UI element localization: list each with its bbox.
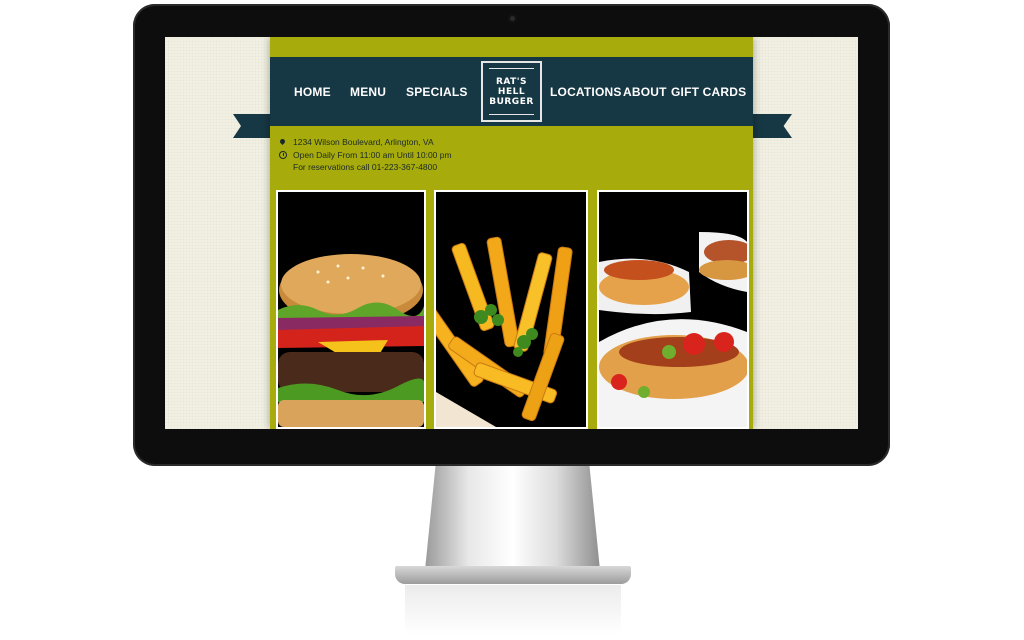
- hours-row: Open Daily From 11:00 am Until 10:00 pm: [278, 149, 452, 162]
- stand-reflection: [405, 585, 621, 635]
- nav-specials[interactable]: SPECIALS: [406, 85, 468, 99]
- logo-line: HELL: [497, 86, 526, 97]
- monitor: HOME MENU SPECIALS RAT'S HELL BURGER LOC…: [133, 4, 890, 466]
- nav-about[interactable]: ABOUT: [623, 85, 667, 99]
- nav-menu[interactable]: MENU: [350, 85, 386, 99]
- logo-line: RAT'S: [495, 76, 528, 87]
- hours-text: Open Daily From 11:00 am Until 10:00 pm: [293, 149, 452, 160]
- map-pin-icon: [278, 137, 287, 147]
- reservations-text: For reservations call 01-223-367-4800: [293, 162, 438, 172]
- nav-locations[interactable]: LOCATIONS: [550, 85, 622, 99]
- nav-gift-cards[interactable]: GIFT CARDS: [671, 85, 746, 99]
- nav-home[interactable]: HOME: [294, 85, 331, 99]
- fries-image: [434, 190, 588, 429]
- address-row: 1234 Wilson Boulevard, Arlington, VA: [278, 136, 452, 149]
- burger-image: [276, 190, 426, 429]
- monitor-base: [395, 566, 631, 584]
- logo[interactable]: RAT'S HELL BURGER: [481, 61, 542, 122]
- website: HOME MENU SPECIALS RAT'S HELL BURGER LOC…: [270, 37, 753, 429]
- address-text: 1234 Wilson Boulevard, Arlington, VA: [293, 137, 434, 147]
- reservations-row: For reservations call 01-223-367-4800: [278, 161, 452, 174]
- info-block: 1234 Wilson Boulevard, Arlington, VA Ope…: [278, 136, 452, 174]
- clock-icon: [278, 150, 287, 160]
- navbar: HOME MENU SPECIALS RAT'S HELL BURGER LOC…: [270, 57, 753, 126]
- logo-line: BURGER: [489, 96, 534, 107]
- webcam-icon: [508, 14, 517, 23]
- monitor-stand: [425, 466, 600, 570]
- screen: HOME MENU SPECIALS RAT'S HELL BURGER LOC…: [165, 37, 858, 429]
- hotdogs-image: [597, 190, 749, 429]
